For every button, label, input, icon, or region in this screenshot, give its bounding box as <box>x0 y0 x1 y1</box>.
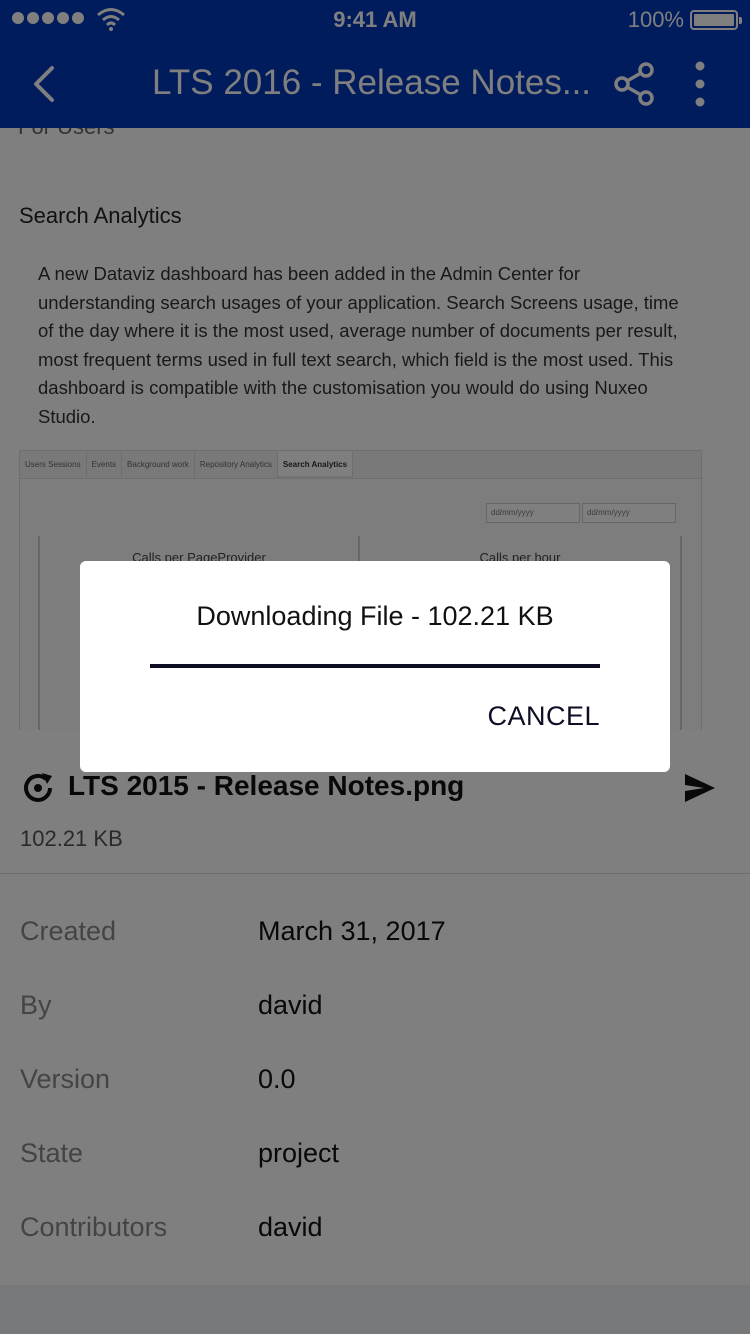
download-dialog: Downloading File - 102.21 KB CANCEL <box>80 561 670 772</box>
download-progress-fill <box>150 664 600 668</box>
download-progress-bar <box>150 664 600 668</box>
cancel-button[interactable]: CANCEL <box>487 701 600 732</box>
download-message: Downloading File - 102.21 KB <box>196 601 554 631</box>
